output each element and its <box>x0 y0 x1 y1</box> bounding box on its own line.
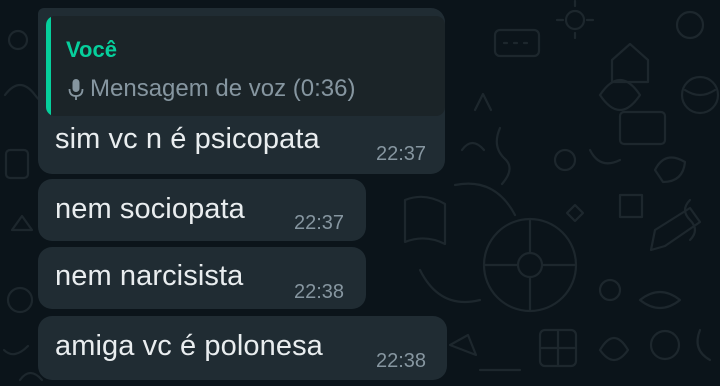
quote-text: Mensagem de voz (0:36) <box>90 75 356 102</box>
message-time: 22:37 <box>376 143 427 165</box>
message-bubble-with-quote[interactable]: Você Mensagem de voz (0:36) sim vc n é p… <box>38 8 445 174</box>
message-text: nem narcisista <box>55 260 244 292</box>
message-time: 22:38 <box>376 350 427 372</box>
message-text: amiga vc é polonesa <box>55 330 323 362</box>
message-bubble[interactable]: nem narcisista 22:38 <box>38 247 366 309</box>
message-bubble[interactable]: nem sociopata 22:37 <box>38 179 366 241</box>
microphone-icon <box>68 79 84 100</box>
quoted-voice-message[interactable]: Você Mensagem de voz (0:36) <box>46 16 445 116</box>
message-text: nem sociopata <box>55 193 245 225</box>
message-time: 22:37 <box>294 212 345 234</box>
message-bubble[interactable]: amiga vc é polonesa 22:38 <box>38 316 447 380</box>
quote-accent-bar <box>46 16 51 116</box>
quote-author: Você <box>66 37 117 62</box>
message-time: 22:38 <box>294 281 345 303</box>
message-text: sim vc n é psicopata <box>55 123 320 155</box>
